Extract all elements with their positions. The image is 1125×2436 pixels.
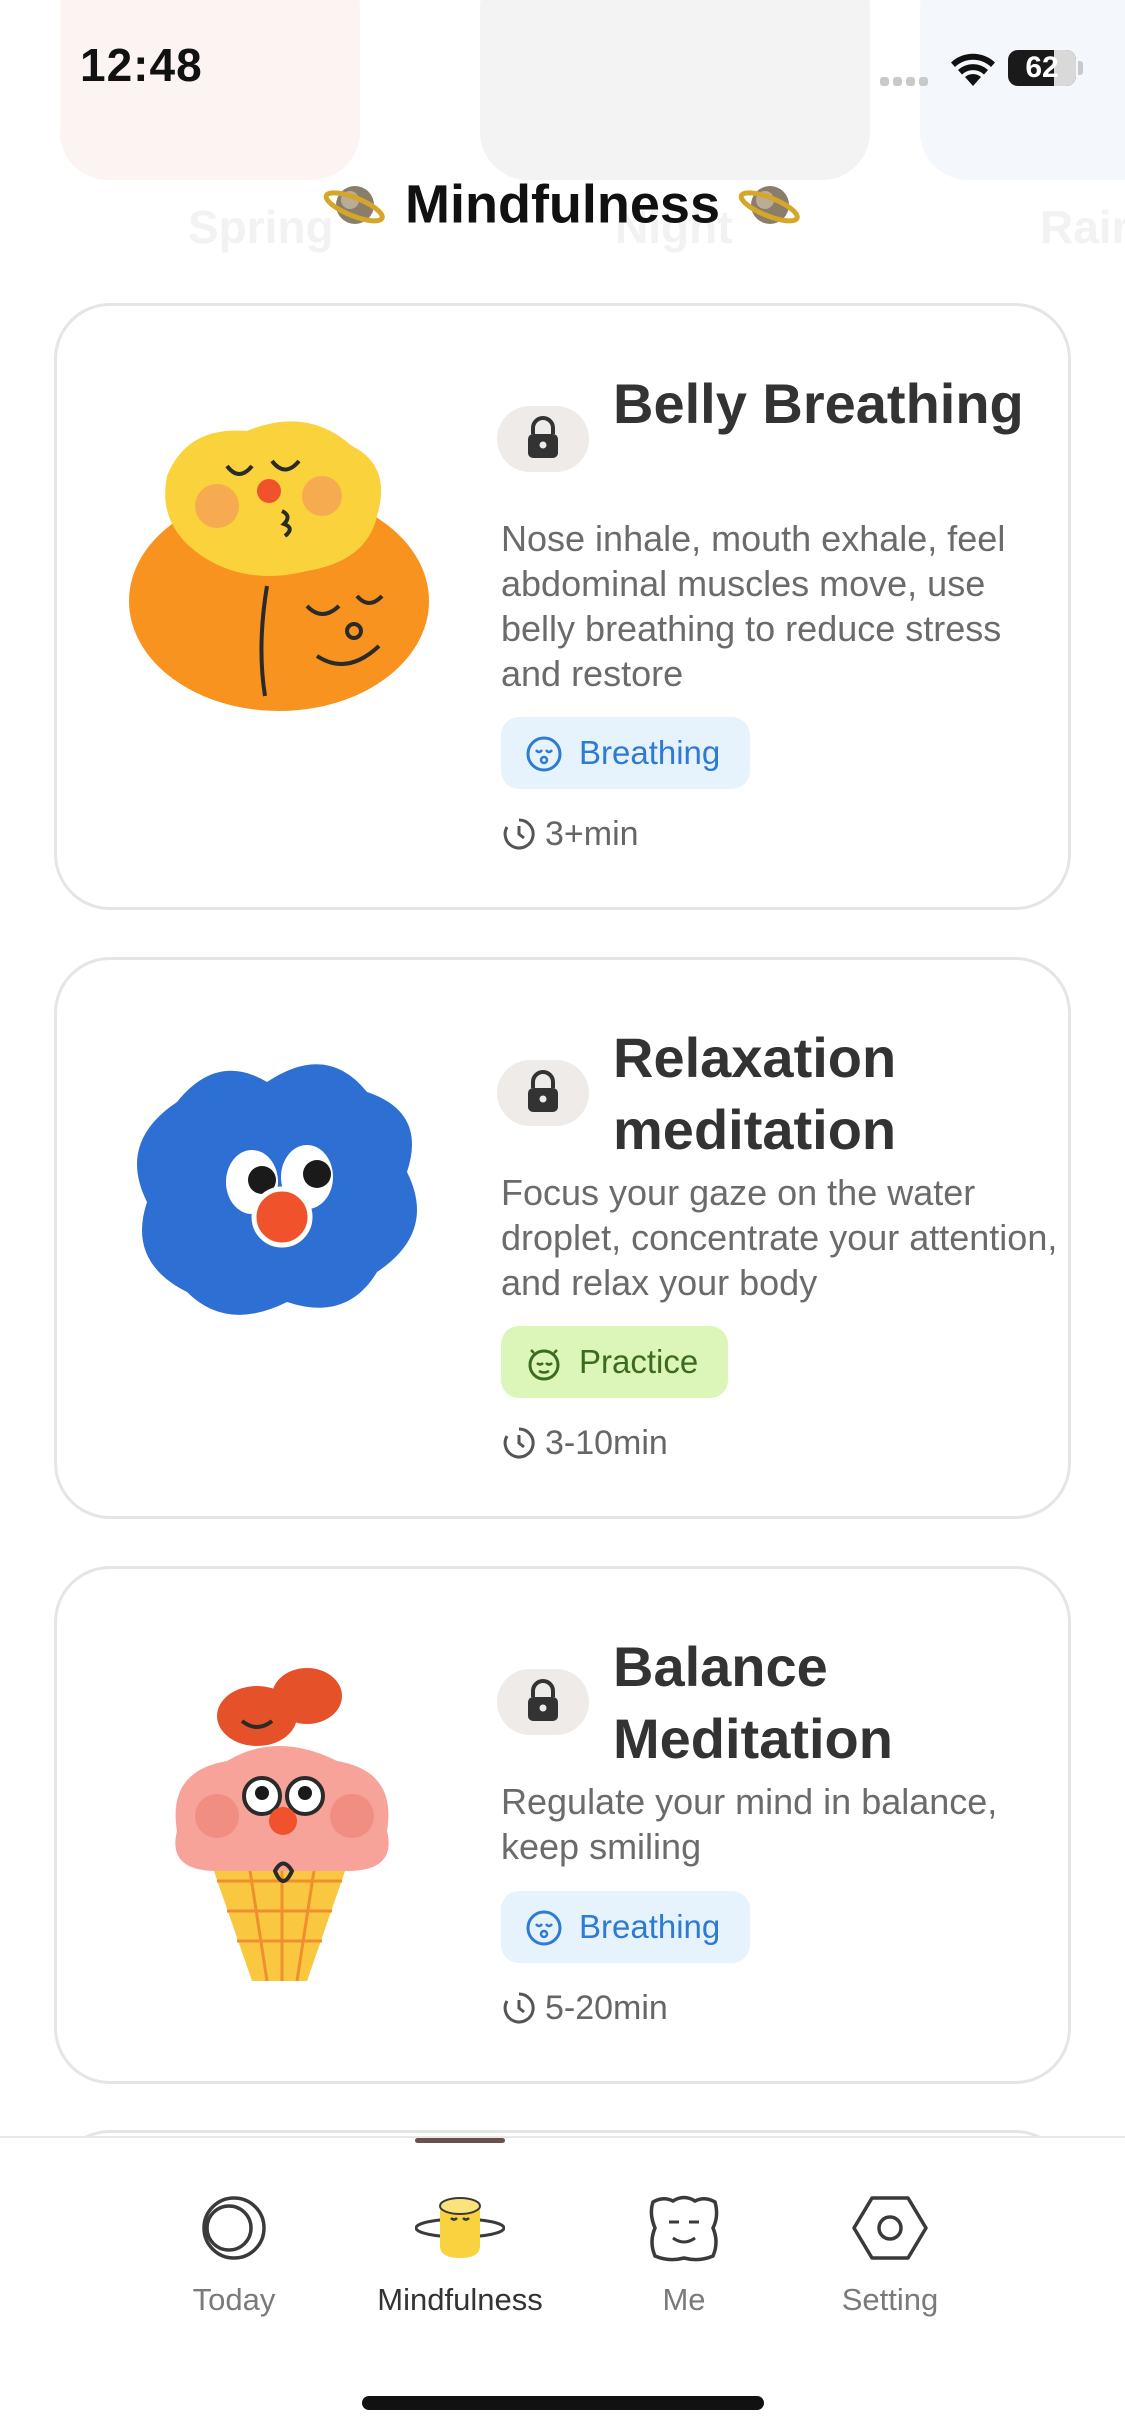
exercise-card-relaxation-meditation[interactable]: Relaxation meditation Focus your gaze on… — [54, 957, 1071, 1519]
card-title: Relaxation meditation — [613, 1026, 897, 1161]
face-square-icon — [649, 2195, 719, 2262]
tab-me[interactable]: Me — [584, 2188, 784, 2348]
tag-label: Breathing — [579, 734, 721, 771]
card-title: Belly Breathing — [613, 372, 1024, 435]
lock-icon — [497, 406, 589, 472]
wifi-icon — [951, 53, 995, 86]
lock-icon — [497, 1669, 589, 1735]
water-droplet-illustration — [137, 1064, 417, 1315]
sleepy-bun-illustration — [129, 421, 429, 711]
page-title-text: Mindfulness — [404, 174, 720, 235]
tag-label: Breathing — [579, 1908, 721, 1945]
active-tab-indicator — [415, 2138, 505, 2143]
duration: 3+min — [501, 812, 639, 854]
tab-today[interactable]: Today — [134, 2188, 334, 2348]
timer-icon — [503, 1992, 535, 2024]
exercise-card-belly-breathing[interactable]: Belly Breathing Nose inhale, mouth exhal… — [54, 303, 1071, 910]
card-title: Balance Meditation — [613, 1635, 893, 1770]
timer-icon — [503, 1427, 535, 1459]
duration-text: 3-10min — [545, 1424, 668, 1463]
tab-label: Today — [192, 2282, 276, 2317]
tag-label: Practice — [579, 1343, 699, 1380]
duration-text: 3+min — [545, 815, 639, 854]
battery-icon: 62 — [1008, 50, 1076, 86]
tab-label: Mindfulness — [377, 2282, 543, 2317]
breathing-face-icon — [526, 1910, 562, 1946]
moon-circle-icon — [202, 2196, 266, 2260]
lock-icon — [497, 1060, 589, 1126]
planet-icon — [323, 185, 385, 224]
duration: 5-20min — [501, 1986, 668, 2028]
cellular-signal-icon — [880, 72, 932, 86]
battery-cap — [1078, 61, 1083, 75]
tab-label: Me — [662, 2282, 706, 2317]
duration-text: 5-20min — [545, 1989, 668, 2028]
card-description: Regulate your mind in balance, keep smil… — [501, 1781, 998, 1867]
tab-setting[interactable]: Setting — [790, 2188, 990, 2348]
card-description: Focus your gaze on the water droplet, co… — [501, 1172, 1058, 1303]
hexagon-nut-icon — [852, 2196, 928, 2260]
card-description: Nose inhale, mouth exhale, feel abdomina… — [501, 518, 1006, 694]
ice-cream-illustration — [175, 1668, 389, 1981]
category-tag: Breathing — [501, 1891, 751, 1963]
home-indicator[interactable] — [362, 2396, 764, 2410]
battery-level: 62 — [1025, 51, 1059, 84]
practice-face-icon — [528, 1349, 560, 1381]
status-bar: 12:48 62 — [0, 0, 1125, 134]
timer-icon — [503, 818, 535, 850]
category-tag: Practice — [501, 1326, 729, 1398]
planet-icon — [738, 185, 800, 224]
tab-mindfulness[interactable]: Mindfulness — [360, 2188, 560, 2348]
tab-label: Setting — [841, 2282, 939, 2317]
tab-bar: Today Mindfulness Me Setting — [0, 2136, 1125, 2436]
bun-halo-icon — [415, 2197, 505, 2258]
status-time: 12:48 — [80, 39, 203, 91]
breathing-face-icon — [526, 736, 562, 772]
duration: 3-10min — [501, 1421, 668, 1463]
page-title: Mindfulness — [0, 170, 1125, 237]
exercise-card-balance-meditation[interactable]: Balance Meditation Regulate your mind in… — [54, 1566, 1071, 2084]
category-tag: Breathing — [501, 717, 751, 789]
